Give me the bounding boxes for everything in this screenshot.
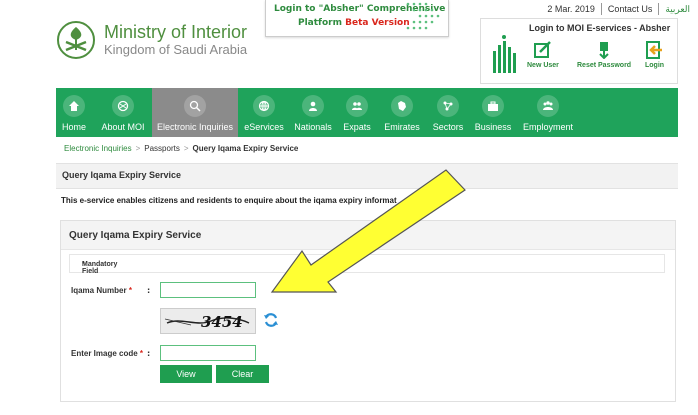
people-icon bbox=[543, 101, 553, 110]
view-button[interactable]: View bbox=[160, 365, 212, 383]
reset-password-icon bbox=[599, 42, 609, 59]
nav-label: Electronic Inquiries bbox=[156, 122, 234, 132]
inquiry-icon bbox=[189, 100, 201, 112]
divider bbox=[658, 3, 660, 15]
divider bbox=[600, 3, 602, 15]
ministry-subtitle: Kingdom of Saudi Arabia bbox=[104, 42, 248, 57]
page-title: Query Iqama Expiry Service bbox=[62, 170, 182, 180]
breadcrumb: Electronic Inquiries > Passports > Query Iqa… bbox=[64, 144, 298, 153]
breadcrumb-separator-icon: > bbox=[183, 144, 189, 153]
absher-logo-icon bbox=[493, 35, 516, 73]
arabic-language-link[interactable]: العربية bbox=[665, 4, 690, 15]
nav-eservices[interactable]: eServices bbox=[240, 88, 288, 137]
absher-box-title: Login to MOI E-services - Absher bbox=[529, 23, 671, 33]
mandatory-note: * Mandatory Field bbox=[69, 254, 665, 275]
breadcrumb-separator-icon: > bbox=[135, 144, 141, 153]
nav-label: Employment bbox=[522, 122, 574, 132]
breadcrumb-passports[interactable]: Passports bbox=[144, 144, 180, 153]
login-button[interactable]: Login bbox=[645, 41, 664, 69]
briefcase-icon bbox=[488, 101, 498, 111]
contact-us-link[interactable]: Contact Us bbox=[608, 4, 653, 14]
beta-badge: Beta Version bbox=[345, 18, 410, 28]
emblem-icon bbox=[117, 100, 129, 112]
captcha-noise: 3454 bbox=[164, 313, 250, 331]
nav-label: Nationals bbox=[294, 122, 332, 132]
nav-label: Expats bbox=[343, 122, 371, 132]
page-title-bar: Query Iqama Expiry Service bbox=[56, 163, 678, 189]
nav-expats[interactable]: Expats bbox=[338, 88, 376, 137]
nav-label: Business bbox=[474, 122, 512, 132]
absher-promo-banner[interactable]: Login to "Absher" Comprehensive Platform… bbox=[265, 0, 449, 37]
page-description: This e-service enables citizens and resi… bbox=[61, 196, 397, 205]
refresh-captcha-icon[interactable] bbox=[263, 312, 279, 328]
form-title: Query Iqama Expiry Service bbox=[69, 230, 202, 241]
reset-password-button[interactable]: Reset Password bbox=[577, 41, 631, 69]
ministry-logo[interactable]: Ministry of Interior Kingdom of Saudi Ar… bbox=[56, 20, 247, 60]
login-icon bbox=[645, 41, 662, 59]
promo-dots-graphic bbox=[406, 2, 440, 30]
breadcrumb-electronic-inquiries[interactable]: Electronic Inquiries bbox=[64, 144, 132, 153]
ministry-title: Ministry of Interior bbox=[104, 22, 248, 42]
nav-label: Emirates bbox=[384, 122, 420, 132]
label-colon: : bbox=[147, 286, 151, 295]
image-code-label: Enter Image code * bbox=[71, 349, 144, 358]
new-user-button[interactable]: New User bbox=[527, 41, 559, 69]
globe-icon bbox=[258, 100, 270, 112]
nav-employment[interactable]: Employment bbox=[518, 88, 578, 137]
map-icon bbox=[398, 101, 406, 111]
current-date: 2 Mar. 2019 bbox=[547, 4, 595, 14]
home-icon bbox=[69, 101, 79, 111]
form-header: Query Iqama Expiry Service bbox=[61, 221, 675, 250]
captcha-image: 3454 bbox=[160, 308, 256, 334]
network-icon bbox=[443, 101, 453, 111]
promo-line2: Platform Beta Version bbox=[298, 18, 410, 28]
nav-nationals[interactable]: Nationals bbox=[291, 88, 335, 137]
nav-label: Home bbox=[61, 122, 86, 132]
iqama-number-input[interactable] bbox=[160, 282, 256, 298]
person-icon bbox=[309, 101, 317, 111]
clear-button[interactable]: Clear bbox=[216, 365, 269, 383]
label-colon: : bbox=[147, 349, 151, 358]
captcha-text: 3454 bbox=[201, 313, 243, 331]
nav-about-moi[interactable]: About MOI bbox=[96, 88, 150, 137]
main-navigation: Home About MOI Electronic Inquiries eSer… bbox=[56, 88, 678, 137]
saudi-emblem-icon bbox=[57, 21, 95, 59]
image-code-input[interactable] bbox=[160, 345, 256, 361]
nav-label: About MOI bbox=[101, 122, 145, 132]
absher-login-box: Login to MOI E-services - Absher New Use… bbox=[480, 18, 678, 84]
nav-emirates[interactable]: Emirates bbox=[381, 88, 423, 137]
nav-label: eServices bbox=[244, 122, 284, 132]
breadcrumb-current: Query Iqama Expiry Service bbox=[192, 144, 299, 153]
nav-sectors[interactable]: Sectors bbox=[428, 88, 468, 137]
nav-electronic-inquiries[interactable]: Electronic Inquiries bbox=[152, 88, 238, 137]
new-user-icon bbox=[533, 41, 551, 58]
iqama-number-label: Iqama Number * bbox=[71, 286, 132, 295]
nav-home[interactable]: Home bbox=[56, 88, 92, 137]
nav-business[interactable]: Business bbox=[472, 88, 514, 137]
top-utility-links: 2 Mar. 2019 Contact Us العربية bbox=[547, 3, 690, 15]
group-icon bbox=[352, 102, 362, 110]
nav-label: Sectors bbox=[432, 122, 464, 132]
query-form: Query Iqama Expiry Service * Mandatory F… bbox=[60, 220, 676, 402]
